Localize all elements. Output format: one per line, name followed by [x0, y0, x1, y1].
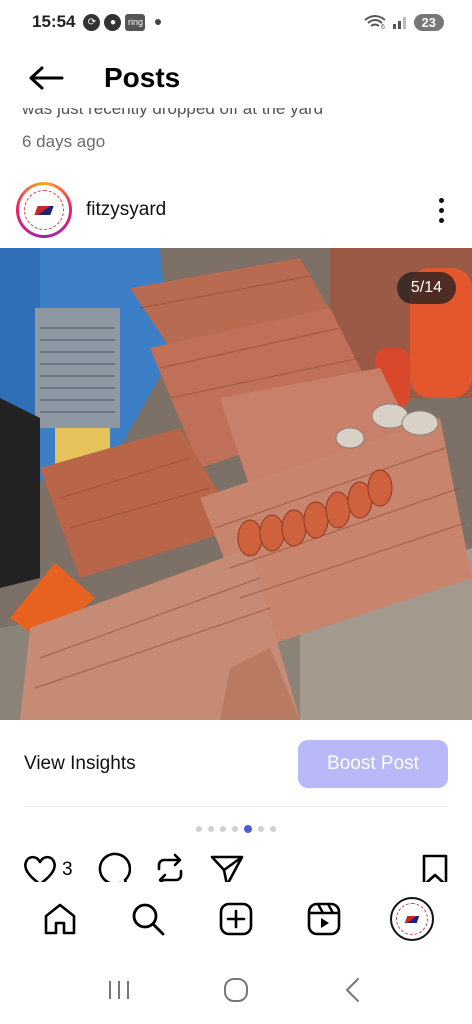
- battery-indicator: 23: [413, 13, 444, 31]
- chevron-left-icon: [346, 978, 360, 1002]
- bottom-navigation: [0, 882, 472, 956]
- plus-square-icon: [219, 902, 253, 936]
- more-notifications-dot: [155, 19, 162, 25]
- home-icon: [44, 903, 76, 935]
- carousel-dot: [208, 826, 214, 832]
- back-button[interactable]: [16, 52, 76, 104]
- insights-row: View Insights Boost Post: [24, 740, 448, 788]
- search-icon: [132, 903, 165, 936]
- home-circle-icon: [223, 978, 248, 1002]
- sync-icon: ⟳: [83, 13, 101, 31]
- svg-text:6: 6: [381, 24, 385, 30]
- nav-home[interactable]: [35, 894, 85, 944]
- more-options-button[interactable]: [426, 190, 456, 230]
- notification-icons: ⟳ ● ring: [83, 13, 162, 31]
- carousel-dots: [0, 825, 472, 833]
- more-vertical-icon: [438, 197, 444, 203]
- logo-seal: [396, 903, 428, 935]
- carousel-dot: [258, 826, 264, 832]
- nav-profile[interactable]: [387, 894, 437, 944]
- divider: [24, 806, 448, 807]
- carousel-dot-active: [244, 825, 252, 833]
- app-header: Posts: [0, 52, 472, 104]
- view-insights-link[interactable]: View Insights: [24, 753, 136, 775]
- logo-mark: [34, 205, 54, 215]
- signal-icon: [392, 17, 406, 29]
- nav-create[interactable]: [211, 894, 261, 944]
- carousel-dot: [232, 826, 238, 832]
- status-bar: 15:54 ⟳ ● ring 6 23: [0, 0, 472, 44]
- app-notification-icon: ●: [104, 13, 122, 31]
- carousel-dot: [220, 826, 226, 832]
- home-system-button[interactable]: [211, 965, 261, 1015]
- carousel-dot: [270, 826, 276, 832]
- wifi-icon: 6: [363, 15, 386, 30]
- system-navigation: [0, 960, 472, 1020]
- reels-icon: [307, 902, 341, 936]
- post-image[interactable]: [0, 248, 472, 720]
- avatar[interactable]: [16, 182, 72, 238]
- nav-reels[interactable]: [299, 894, 349, 944]
- profile-avatar: [390, 897, 434, 941]
- recent-apps-icon: [108, 981, 129, 999]
- status-time: 15:54: [32, 12, 76, 31]
- post-header: fitzysyard: [16, 180, 456, 240]
- ring-app-icon: ring: [125, 13, 146, 31]
- logo-seal: [24, 190, 64, 230]
- previous-post-caption: was just recently dropped off at the yar…: [22, 108, 452, 120]
- username[interactable]: fitzysyard: [86, 199, 166, 221]
- carousel-dot: [196, 826, 202, 832]
- arrow-left-icon: [29, 66, 64, 90]
- logo-mark: [404, 915, 420, 923]
- page-title: Posts: [104, 62, 181, 93]
- boost-post-button[interactable]: Boost Post: [298, 740, 448, 788]
- nav-search[interactable]: [123, 894, 173, 944]
- image-counter: 5/14: [396, 272, 456, 304]
- back-system-button[interactable]: [328, 965, 378, 1015]
- like-count: 3: [62, 859, 73, 880]
- previous-post-timestamp: 6 days ago: [22, 132, 106, 151]
- previous-post-caption-text: was just recently dropped off at the yar…: [22, 108, 324, 118]
- bricks-photo: [0, 248, 472, 720]
- system-icons: 6 23: [363, 13, 444, 31]
- recent-apps-button[interactable]: [94, 965, 144, 1015]
